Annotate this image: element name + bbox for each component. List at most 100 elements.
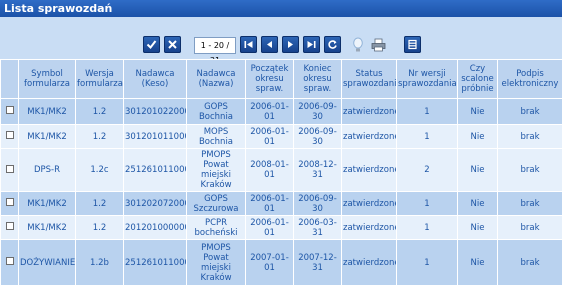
cell-status: zatwierdzone	[342, 149, 397, 192]
cell-status: zatwierdzone	[342, 125, 397, 149]
reports-table: Symbol formularza Wersja formularza Nada…	[0, 59, 562, 286]
header-nadawca-keso[interactable]: Nadawca (Keso)	[124, 60, 187, 99]
cell-status: zatwierdzone	[342, 240, 397, 286]
cell-scalone: Nie	[458, 192, 498, 216]
close-icon[interactable]	[164, 36, 181, 53]
row-checkbox-cell	[1, 99, 19, 125]
header-koniec[interactable]: Koniec okresu spraw.	[294, 60, 342, 99]
cell-nr-wersji: 2	[397, 149, 458, 192]
cell-status: zatwierdzone	[342, 99, 397, 125]
header-nadawca-nazwa[interactable]: Nadawca (Nazwa)	[187, 60, 246, 99]
last-page-icon[interactable]	[303, 36, 320, 53]
cell-keso: 201201000000	[124, 216, 187, 240]
cell-keso: 251261011000	[124, 149, 187, 192]
cell-keso: 301202072000	[124, 192, 187, 216]
cell-poczatek: 2006-01-01	[246, 216, 294, 240]
cell-nazwa: PMOPS Powat miejski Kraków	[187, 240, 246, 286]
row-checkbox[interactable]	[6, 106, 14, 114]
top-spacer	[0, 17, 562, 33]
cell-nazwa: PCPR bocheński	[187, 216, 246, 240]
cell-poczatek: 2007-01-01	[246, 240, 294, 286]
cell-poczatek: 2006-01-01	[246, 192, 294, 216]
cell-scalone: Nie	[458, 149, 498, 192]
cell-scalone: Nie	[458, 216, 498, 240]
cell-scalone: Nie	[458, 240, 498, 286]
cell-wersja: 1.2	[76, 216, 124, 240]
cell-status: zatwierdzone	[342, 216, 397, 240]
cell-koniec: 2006-09-30	[294, 192, 342, 216]
pager-indicator: 1 - 20 / 31	[194, 37, 236, 54]
row-checkbox-cell	[1, 216, 19, 240]
cell-scalone: Nie	[458, 99, 498, 125]
cell-nr-wersji: 1	[397, 216, 458, 240]
lightbulb-icon[interactable]	[349, 36, 366, 53]
cell-wersja: 1.2	[76, 99, 124, 125]
table-row[interactable]: MK1/MK2 1.2 301201011000 MOPS Bochnia 20…	[1, 125, 562, 149]
check-icon[interactable]	[143, 36, 160, 53]
cell-nr-wersji: 1	[397, 192, 458, 216]
header-poczatek[interactable]: Początek okresu spraw.	[246, 60, 294, 99]
table-row[interactable]: MK1/MK2 1.2 201201000000 PCPR bocheński …	[1, 216, 562, 240]
row-checkbox[interactable]	[6, 131, 14, 139]
header-select	[1, 60, 19, 99]
cell-koniec: 2008-12-31	[294, 149, 342, 192]
cell-poczatek: 2006-01-01	[246, 125, 294, 149]
cell-symbol: DPS-R	[19, 149, 76, 192]
row-checkbox-cell	[1, 192, 19, 216]
cell-symbol: MK1/MK2	[19, 192, 76, 216]
refresh-icon[interactable]	[324, 36, 341, 53]
cell-podpis: brak	[498, 192, 562, 216]
header-wersja[interactable]: Wersja formularza	[76, 60, 124, 99]
cell-wersja: 1.2	[76, 192, 124, 216]
cell-status: zatwierdzone	[342, 192, 397, 216]
row-checkbox[interactable]	[6, 222, 14, 230]
window-title: Lista sprawozdań	[0, 0, 562, 17]
table-row[interactable]: DOŻYWIANIE 1.2b 251261011000 PMOPS Powat…	[1, 240, 562, 286]
cell-symbol: DOŻYWIANIE	[19, 240, 76, 286]
header-nr-wersji[interactable]: Nr wersji sprawozdania	[397, 60, 458, 99]
cell-poczatek: 2008-01-01	[246, 149, 294, 192]
cell-keso: 251261011000	[124, 240, 187, 286]
cell-wersja: 1.2c	[76, 149, 124, 192]
cell-podpis: brak	[498, 149, 562, 192]
table-row[interactable]: MK1/MK2 1.2 301201022000 GOPS Bochnia 20…	[1, 99, 562, 125]
cell-nr-wersji: 1	[397, 125, 458, 149]
row-checkbox[interactable]	[6, 198, 14, 206]
cell-nazwa: GOPS Szczurowa	[187, 192, 246, 216]
cell-koniec: 2006-03-31	[294, 216, 342, 240]
columns-icon[interactable]	[404, 36, 421, 53]
cell-symbol: MK1/MK2	[19, 125, 76, 149]
cell-keso: 301201011000	[124, 125, 187, 149]
row-checkbox[interactable]	[6, 165, 14, 173]
cell-podpis: brak	[498, 240, 562, 286]
cell-podpis: brak	[498, 216, 562, 240]
row-checkbox-cell	[1, 149, 19, 192]
header-podpis[interactable]: Podpis elektroniczny	[498, 60, 562, 99]
header-status[interactable]: Status sprawozdania	[342, 60, 397, 99]
cell-nazwa: GOPS Bochnia	[187, 99, 246, 125]
table-row[interactable]: DPS-R 1.2c 251261011000 PMOPS Powat miej…	[1, 149, 562, 192]
cell-symbol: MK1/MK2	[19, 99, 76, 125]
next-page-icon[interactable]	[282, 36, 299, 53]
cell-koniec: 2007-12-31	[294, 240, 342, 286]
cell-koniec: 2006-09-30	[294, 125, 342, 149]
header-scalone[interactable]: Czy scalone próbnie	[458, 60, 498, 99]
cell-nazwa: PMOPS Powat miejski Kraków	[187, 149, 246, 192]
cell-podpis: brak	[498, 99, 562, 125]
cell-poczatek: 2006-01-01	[246, 99, 294, 125]
prev-page-icon[interactable]	[261, 36, 278, 53]
row-checkbox-cell	[1, 125, 19, 149]
print-icon[interactable]	[370, 36, 387, 53]
cell-wersja: 1.2b	[76, 240, 124, 286]
table-row[interactable]: MK1/MK2 1.2 301202072000 GOPS Szczurowa …	[1, 192, 562, 216]
cell-nr-wersji: 1	[397, 99, 458, 125]
cell-nr-wersji: 1	[397, 240, 458, 286]
cell-nazwa: MOPS Bochnia	[187, 125, 246, 149]
row-checkbox[interactable]	[6, 257, 14, 265]
cell-podpis: brak	[498, 125, 562, 149]
cell-koniec: 2006-09-30	[294, 99, 342, 125]
cell-scalone: Nie	[458, 125, 498, 149]
header-symbol[interactable]: Symbol formularza	[19, 60, 76, 99]
cell-keso: 301201022000	[124, 99, 187, 125]
first-page-icon[interactable]	[240, 36, 257, 53]
